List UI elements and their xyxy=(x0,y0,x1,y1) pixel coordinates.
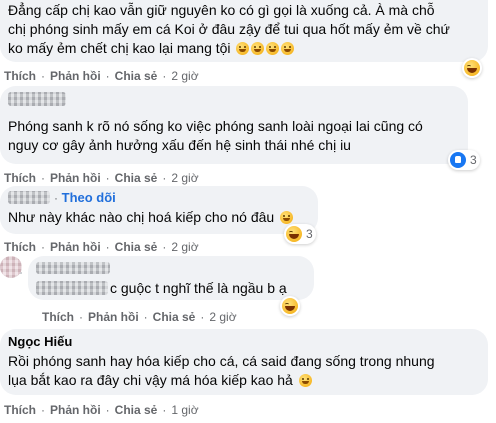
like-button[interactable]: Thích xyxy=(4,69,36,83)
rolling-laughing-icon xyxy=(281,42,295,55)
share-button[interactable]: Chia sẻ xyxy=(153,310,196,324)
share-button[interactable]: Chia sẻ xyxy=(115,171,158,185)
comment-2-reactions[interactable]: 3 xyxy=(448,150,480,170)
redacted-text xyxy=(36,281,108,295)
reply-button[interactable]: Phản hồi xyxy=(50,171,101,185)
avatar xyxy=(0,256,22,278)
grinning-face-icon xyxy=(236,42,250,55)
rolling-laughing-icon xyxy=(266,42,280,55)
comment-2-actions: Thích · Phản hồi · Chia sẻ · 2 giờ xyxy=(4,171,199,185)
comment-3-actions: Thích · Phản hồi · Chia sẻ · 2 giờ xyxy=(4,240,199,254)
comment-author[interactable]: Ngọc Hiếu xyxy=(8,334,72,349)
comment-1-line-2: chị phóng sinh mấy em cá Koi ở đâu zậy đ… xyxy=(8,21,450,37)
reply-button[interactable]: Phản hồi xyxy=(50,69,101,83)
share-button[interactable]: Chia sẻ xyxy=(115,69,158,83)
comment-3-line-wrap: Như này khác nào chị hoá kiếp cho nó đâu xyxy=(8,208,294,227)
haha-reaction-icon xyxy=(282,298,298,314)
comment-5-line-2-wrap: lụa bắt kao ra đây chi vậy má hóa kiếp k… xyxy=(8,371,312,390)
redacted-author-name xyxy=(8,92,66,106)
share-button[interactable]: Chia sẻ xyxy=(115,240,158,254)
comment-time[interactable]: 2 giờ xyxy=(171,171,198,185)
comment-1-line-3: ko mấy ẻm chết chị kao lại mang tội xyxy=(8,40,231,56)
comment-time[interactable]: 2 giờ xyxy=(171,240,198,254)
comment-5-line-1: Rồi phóng sanh hay hóa kiếp cho cá, cá s… xyxy=(8,353,435,369)
comment-4-line-wrap: c guộc t nghĩ thế là ngầu b ạ xyxy=(110,279,287,298)
comment-1-actions: Thích · Phản hồi · Chia sẻ · 2 giờ xyxy=(4,69,199,83)
grinning-face-icon xyxy=(251,42,265,55)
like-button[interactable]: Thích xyxy=(4,171,36,185)
follow-link[interactable]: Theo dõi xyxy=(62,190,116,205)
smiling-face-icon xyxy=(298,374,312,387)
comment-time[interactable]: 2 giờ xyxy=(209,310,236,324)
haha-reaction-icon xyxy=(286,226,302,242)
relieved-face-icon xyxy=(280,211,294,224)
comment-time[interactable]: 1 giờ xyxy=(171,403,198,417)
reaction-count: 3 xyxy=(306,227,313,241)
reaction-count: 3 xyxy=(470,153,477,167)
redacted-author-name xyxy=(36,262,110,274)
share-button[interactable]: Chia sẻ xyxy=(115,403,158,417)
comment-3-line-1: Như này khác nào chị hoá kiếp cho nó đâu xyxy=(8,209,275,225)
like-button[interactable]: Thích xyxy=(4,403,36,417)
redacted-author-name xyxy=(8,191,50,204)
follow-link-wrap: · Theo dõi xyxy=(54,190,116,205)
reply-button[interactable]: Phản hồi xyxy=(50,403,101,417)
like-button[interactable]: Thích xyxy=(42,310,74,324)
haha-reaction-icon xyxy=(464,60,480,76)
comment-1-reactions[interactable] xyxy=(462,58,482,78)
comment-3-reactions[interactable]: 3 xyxy=(284,224,316,244)
like-button[interactable]: Thích xyxy=(4,240,36,254)
like-reaction-icon xyxy=(450,152,466,168)
comment-1-line-1: Đẳng cấp chị kao vẫn giữ nguyên ko có gì… xyxy=(8,2,435,18)
reply-button[interactable]: Phản hồi xyxy=(50,240,101,254)
comment-4-actions: Thích · Phản hồi · Chia sẻ · 2 giờ xyxy=(42,310,237,324)
comment-4-line-1: c guộc t nghĩ thế là ngầu b ạ xyxy=(110,280,287,296)
comment-time[interactable]: 2 giờ xyxy=(171,69,198,83)
comment-4-reactions[interactable] xyxy=(280,296,300,316)
comment-5-actions: Thích · Phản hồi · Chia sẻ · 1 giờ xyxy=(4,403,199,417)
reply-button[interactable]: Phản hồi xyxy=(88,310,139,324)
comment-1-line-3-wrap: ko mấy ẻm chết chị kao lại mang tội xyxy=(8,39,295,58)
comment-2-line-1: Phóng sanh k rõ nó sống ko việc phóng sa… xyxy=(8,118,423,134)
comment-2-line-2: nguy cơ gây ảnh hưởng xấu đến hệ sinh th… xyxy=(8,137,351,153)
comment-5-line-2: lụa bắt kao ra đây chi vậy má hóa kiếp k… xyxy=(8,372,293,388)
